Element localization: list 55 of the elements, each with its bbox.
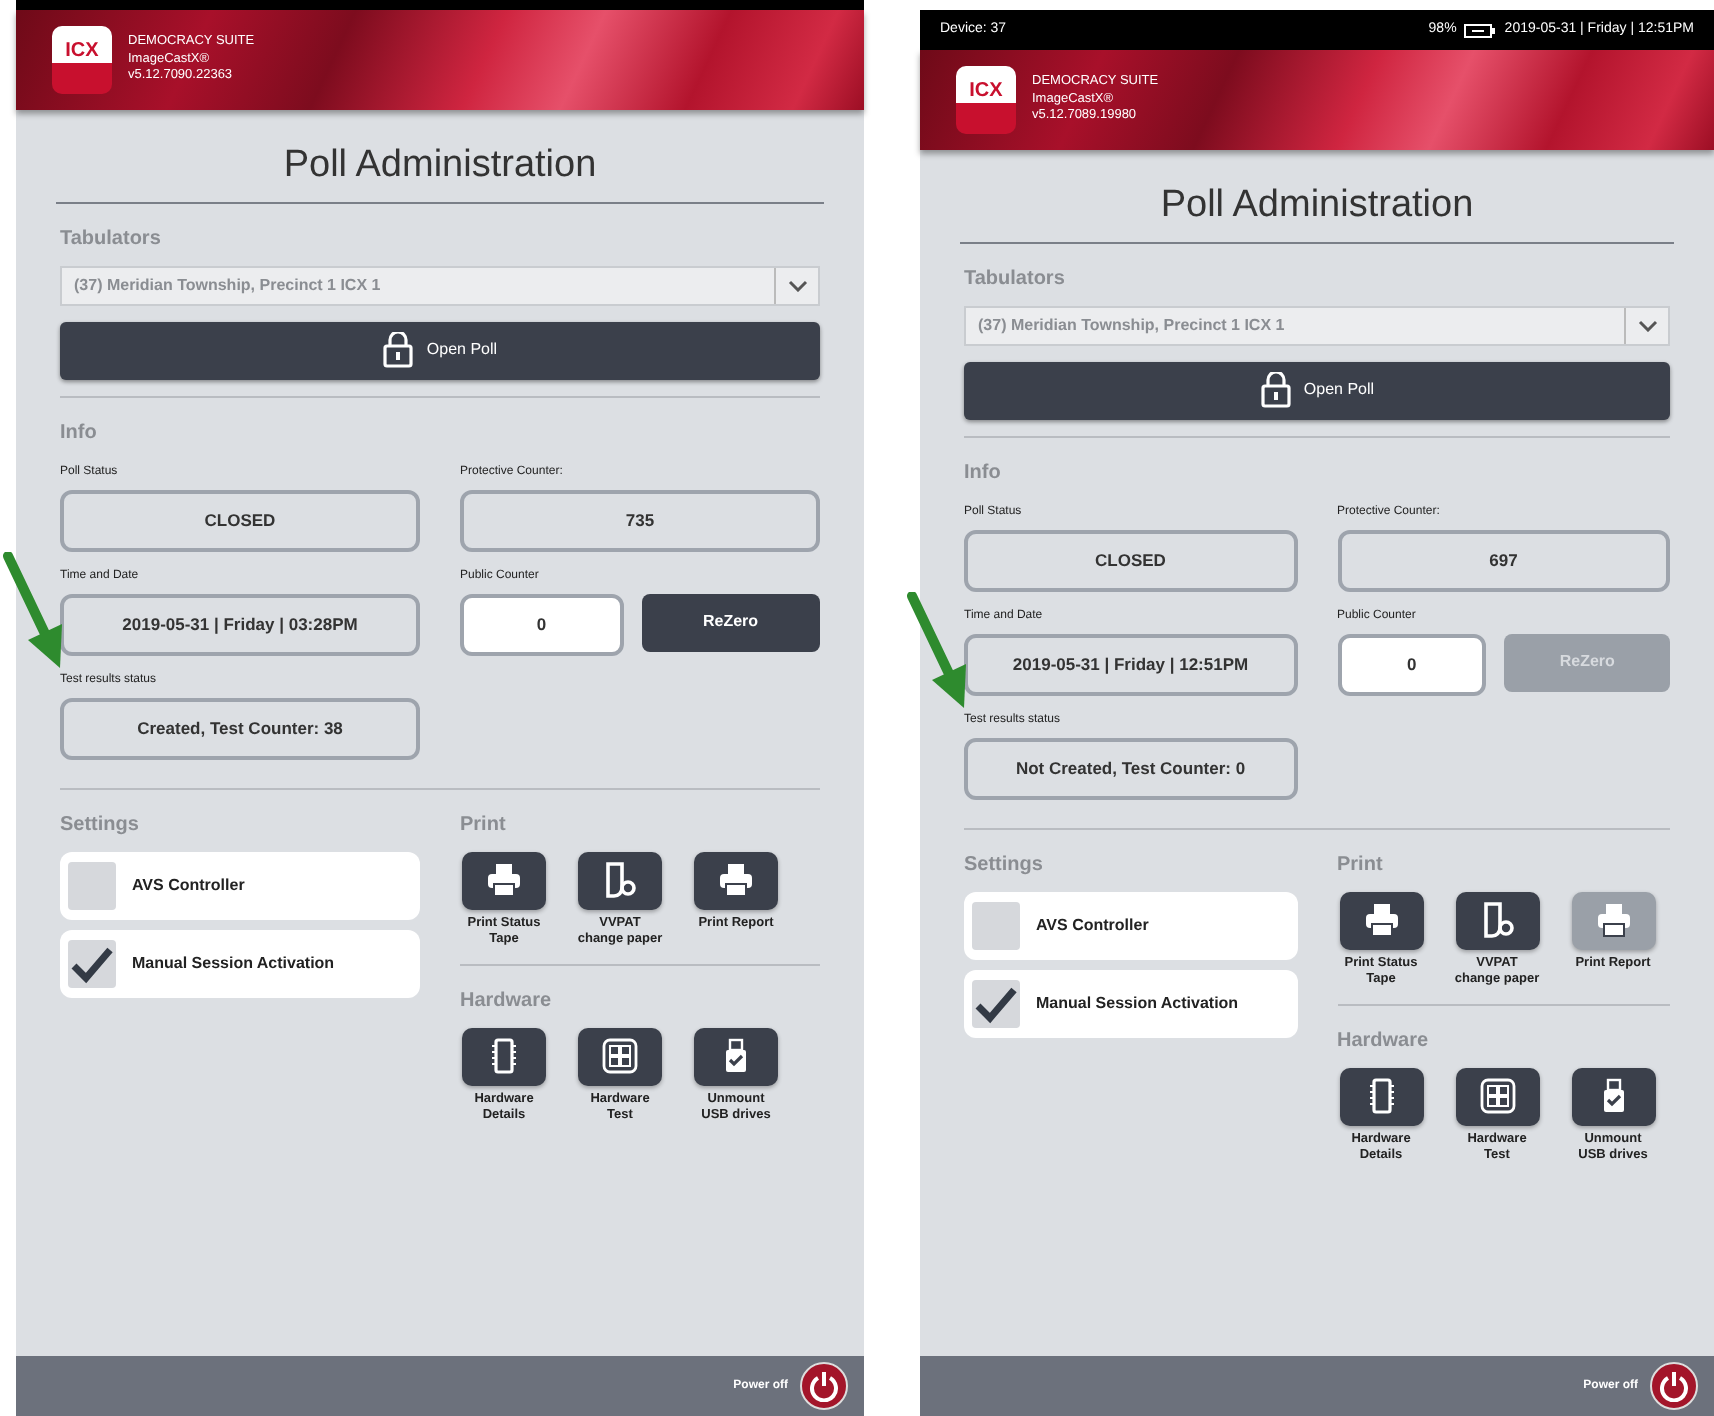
- power-icon: [1658, 1370, 1690, 1402]
- printer-icon: [486, 862, 522, 898]
- page-title: Poll Administration: [960, 178, 1674, 243]
- lock-icon: [1259, 372, 1292, 408]
- checkbox[interactable]: [68, 861, 116, 909]
- section-heading: Settings: [964, 851, 1045, 879]
- app-logo: ICX: [52, 26, 112, 94]
- chip-icon: [486, 1038, 522, 1075]
- open-poll-button[interactable]: Open Poll: [964, 361, 1670, 419]
- lock-icon: [382, 332, 415, 368]
- checkbox[interactable]: [68, 939, 116, 987]
- section-heading: Info: [60, 419, 99, 447]
- grid-icon: [1479, 1078, 1515, 1115]
- setting-toggle[interactable]: Manual Session Activation: [964, 969, 1297, 1037]
- power-button[interactable]: [1650, 1362, 1698, 1410]
- status-field: 735: [460, 489, 820, 551]
- checkbox[interactable]: [972, 979, 1020, 1027]
- power-icon: [808, 1370, 840, 1402]
- status-field: CLOSED: [964, 529, 1297, 591]
- paper-roll-icon: [602, 862, 638, 898]
- power-button[interactable]: [800, 1362, 848, 1410]
- setting-toggle[interactable]: Manual Session Activation: [60, 929, 420, 997]
- setting-toggle[interactable]: AVS Controller: [60, 851, 420, 919]
- section-heading: Tabulators: [964, 265, 1067, 293]
- status-field: 2019-05-31 | Friday | 03:28PM: [60, 593, 420, 655]
- section-heading: Print: [460, 811, 508, 839]
- section-heading: Hardware: [460, 987, 554, 1016]
- checkmark-icon: [70, 943, 114, 983]
- grid-icon: [602, 1038, 638, 1075]
- status-field: CLOSED: [60, 489, 420, 551]
- app-logo: ICX: [956, 66, 1016, 134]
- page-title: Poll Administration: [56, 138, 824, 203]
- setting-toggle[interactable]: AVS Controller: [964, 891, 1297, 959]
- printer-icon: [1595, 902, 1631, 938]
- chevron-down-icon: [1637, 319, 1657, 331]
- counter-field: 0: [460, 593, 623, 655]
- counter-field: 0: [1337, 633, 1487, 695]
- section-heading: Settings: [60, 811, 141, 839]
- section-heading: Tabulators: [60, 225, 163, 253]
- section-heading: Info: [964, 459, 1003, 487]
- section-heading: Hardware: [1337, 1027, 1431, 1056]
- status-field: 2019-05-31 | Friday | 12:51PM: [964, 633, 1297, 695]
- status-field: 697: [1337, 529, 1670, 591]
- status-field: Created, Test Counter: 38: [60, 697, 420, 759]
- open-poll-button[interactable]: Open Poll: [60, 321, 820, 379]
- checkmark-icon: [974, 983, 1018, 1023]
- chevron-down-icon: [787, 279, 807, 291]
- paper-roll-icon: [1479, 902, 1515, 938]
- status-field: Not Created, Test Counter: 0: [964, 737, 1297, 799]
- checkbox[interactable]: [972, 901, 1020, 949]
- section-heading: Print: [1337, 851, 1385, 879]
- printer-icon: [1363, 902, 1399, 938]
- battery-icon: [1464, 23, 1497, 37]
- rezero-button[interactable]: ReZero: [641, 593, 820, 651]
- printer-icon: [718, 862, 754, 898]
